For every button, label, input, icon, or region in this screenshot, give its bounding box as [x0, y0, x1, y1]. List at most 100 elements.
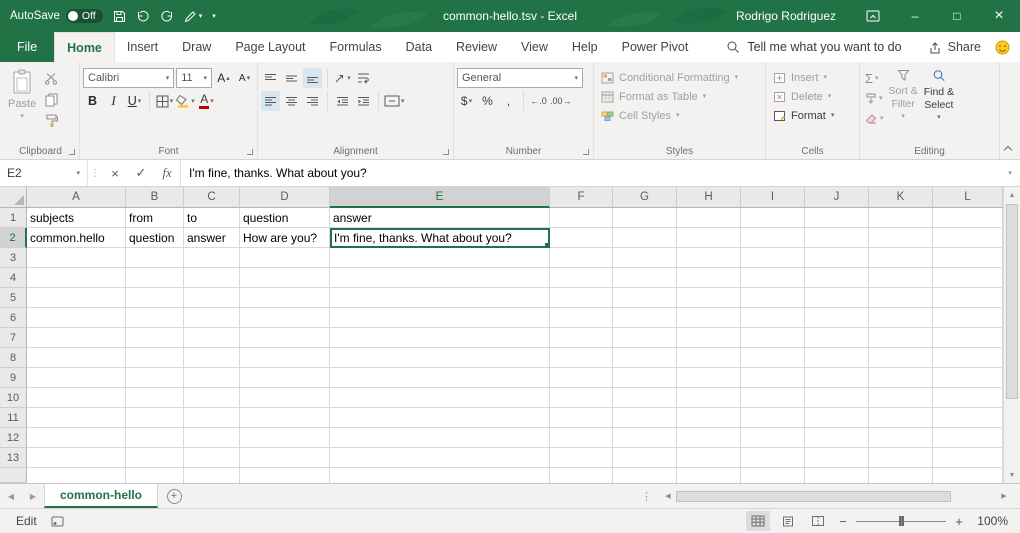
orientation-button[interactable]: ▾ — [333, 68, 352, 88]
cell-C1[interactable]: to — [184, 208, 240, 228]
column-header-C[interactable]: C — [184, 187, 240, 208]
row-header-2[interactable]: 2 — [0, 228, 27, 248]
cell-B6[interactable] — [126, 308, 184, 328]
cell-G2[interactable] — [613, 228, 677, 248]
cell-F3[interactable] — [550, 248, 613, 268]
cell-I3[interactable] — [741, 248, 805, 268]
cell-L6[interactable] — [933, 308, 1003, 328]
cell-L2[interactable] — [933, 228, 1003, 248]
italic-button[interactable]: I — [104, 91, 123, 111]
sheet-nav-left-button[interactable]: ◀ — [0, 484, 22, 508]
cell-I1[interactable] — [741, 208, 805, 228]
cell-I9[interactable] — [741, 368, 805, 388]
zoom-slider-thumb[interactable] — [899, 516, 904, 526]
cell-G-partial[interactable] — [613, 468, 677, 483]
cell-H4[interactable] — [677, 268, 741, 288]
cell-I12[interactable] — [741, 428, 805, 448]
cell-J13[interactable] — [805, 448, 869, 468]
cell-K10[interactable] — [869, 388, 933, 408]
vertical-scrollbar[interactable]: ▲ ▼ — [1003, 187, 1020, 483]
row-header-7[interactable]: 7 — [0, 328, 27, 348]
cell-G5[interactable] — [613, 288, 677, 308]
cell-J2[interactable] — [805, 228, 869, 248]
cell-E5[interactable] — [330, 288, 550, 308]
cell-D4[interactable] — [240, 268, 330, 288]
cell-A-partial[interactable] — [27, 468, 126, 483]
row-header-12[interactable]: 12 — [0, 428, 27, 448]
cell-D2[interactable]: How are you? — [240, 228, 330, 248]
column-header-E[interactable]: E — [330, 187, 550, 208]
cell-E11[interactable] — [330, 408, 550, 428]
minimize-button[interactable]: – — [894, 0, 936, 32]
cell-K6[interactable] — [869, 308, 933, 328]
percent-style-button[interactable]: % — [478, 91, 497, 111]
cell-I8[interactable] — [741, 348, 805, 368]
undo-button[interactable] — [136, 10, 150, 22]
cell-E9[interactable] — [330, 368, 550, 388]
column-header-J[interactable]: J — [805, 187, 869, 208]
cell-I6[interactable] — [741, 308, 805, 328]
cell-J1[interactable] — [805, 208, 869, 228]
horizontal-scroll-thumb[interactable] — [676, 491, 951, 502]
number-dialog-launcher[interactable] — [582, 148, 590, 156]
cell-A12[interactable] — [27, 428, 126, 448]
cell-I-partial[interactable] — [741, 468, 805, 483]
cell-B-partial[interactable] — [126, 468, 184, 483]
insert-cells-button[interactable]: Insert ▾ — [769, 68, 856, 87]
column-header-G[interactable]: G — [613, 187, 677, 208]
cut-button[interactable] — [39, 70, 63, 87]
cell-G4[interactable] — [613, 268, 677, 288]
column-header-K[interactable]: K — [869, 187, 933, 208]
align-center-button[interactable] — [282, 91, 301, 111]
cell-H2[interactable] — [677, 228, 741, 248]
cell-L-partial[interactable] — [933, 468, 1003, 483]
cell-D6[interactable] — [240, 308, 330, 328]
cell-C6[interactable] — [184, 308, 240, 328]
cell-H11[interactable] — [677, 408, 741, 428]
cell-D12[interactable] — [240, 428, 330, 448]
cell-H10[interactable] — [677, 388, 741, 408]
cell-J11[interactable] — [805, 408, 869, 428]
zoom-slider[interactable] — [856, 514, 946, 528]
find-select-button[interactable]: Find &Select ▾ — [921, 65, 957, 144]
cell-A5[interactable] — [27, 288, 126, 308]
tab-draw[interactable]: Draw — [170, 32, 223, 62]
scroll-right-button[interactable]: ▶ — [996, 492, 1012, 500]
cell-F7[interactable] — [550, 328, 613, 348]
cell-J3[interactable] — [805, 248, 869, 268]
delete-cells-button[interactable]: Delete ▾ — [769, 87, 856, 106]
cell-B3[interactable] — [126, 248, 184, 268]
cell-E-partial[interactable] — [330, 468, 550, 483]
cell-K9[interactable] — [869, 368, 933, 388]
cell-C9[interactable] — [184, 368, 240, 388]
clipboard-dialog-launcher[interactable] — [68, 148, 76, 156]
cell-A9[interactable] — [27, 368, 126, 388]
cell-F4[interactable] — [550, 268, 613, 288]
cell-E1[interactable]: answer — [330, 208, 550, 228]
cell-B1[interactable]: from — [126, 208, 184, 228]
tab-scrollbar-splitter[interactable]: ⋮ — [633, 484, 660, 508]
middle-align-button[interactable] — [282, 68, 301, 88]
conditional-formatting-button[interactable]: Conditional Formatting ▾ — [597, 68, 762, 87]
cell-I4[interactable] — [741, 268, 805, 288]
fill-button[interactable]: ▾ — [863, 90, 886, 107]
cell-K1[interactable] — [869, 208, 933, 228]
cell-G3[interactable] — [613, 248, 677, 268]
cell-E7[interactable] — [330, 328, 550, 348]
cell-C3[interactable] — [184, 248, 240, 268]
cell-H3[interactable] — [677, 248, 741, 268]
cell-G7[interactable] — [613, 328, 677, 348]
cell-I13[interactable] — [741, 448, 805, 468]
font-name-combo[interactable]: Calibri▾ — [83, 68, 174, 88]
cell-K2[interactable] — [869, 228, 933, 248]
insert-function-button[interactable]: fx — [154, 160, 180, 186]
cell-G12[interactable] — [613, 428, 677, 448]
font-color-button[interactable]: A▾ — [197, 91, 216, 111]
cell-J4[interactable] — [805, 268, 869, 288]
cell-F8[interactable] — [550, 348, 613, 368]
cell-A1[interactable]: subjects — [27, 208, 126, 228]
cell-B10[interactable] — [126, 388, 184, 408]
font-dialog-launcher[interactable] — [246, 148, 254, 156]
scroll-up-button[interactable]: ▲ — [1004, 187, 1020, 203]
cell-D9[interactable] — [240, 368, 330, 388]
